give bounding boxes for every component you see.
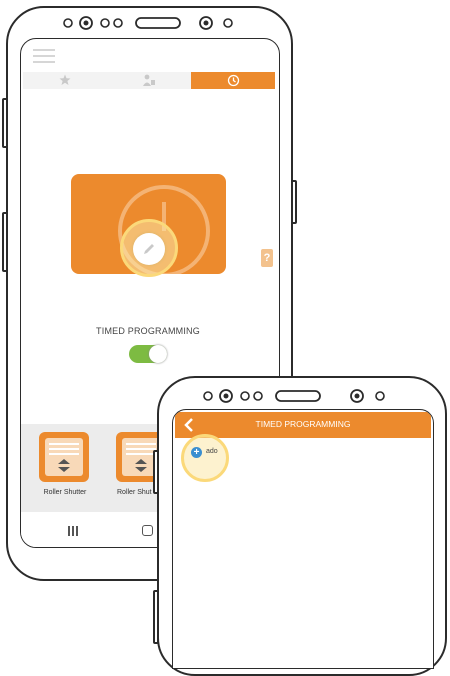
- volume-button: [2, 98, 8, 148]
- timed-programming-label: TIMED PROGRAMMING: [96, 326, 200, 336]
- recent-apps-icon[interactable]: [68, 526, 78, 536]
- toggle-knob: [149, 345, 167, 363]
- add-circle-icon: +: [191, 447, 202, 458]
- home-icon[interactable]: [142, 525, 153, 536]
- front-sensors: [203, 389, 385, 403]
- star-icon: [59, 74, 71, 85]
- tab-scenarios[interactable]: [107, 72, 191, 89]
- timed-programming-toggle[interactable]: [129, 345, 167, 363]
- clock-icon: [227, 74, 240, 87]
- help-badge[interactable]: ?: [261, 249, 273, 267]
- menu-icon[interactable]: [33, 49, 55, 63]
- pencil-icon: [144, 244, 154, 254]
- app-header: TIMED PROGRAMMING: [175, 412, 431, 438]
- tab-favorites[interactable]: [23, 72, 107, 89]
- add-label: ado: [206, 448, 218, 455]
- phone2-screen: TIMED PROGRAMMING + ado: [172, 409, 434, 669]
- bixby-button: [153, 590, 159, 644]
- device-tile[interactable]: [39, 432, 89, 482]
- header-title: TIMED PROGRAMMING: [255, 419, 351, 429]
- roller-shutter-icon: [45, 438, 83, 476]
- power-button: [291, 180, 297, 224]
- device-label: Roller Shutter: [43, 489, 87, 496]
- volume-button: [153, 450, 159, 494]
- bixby-button: [2, 212, 8, 272]
- person-icon: [143, 74, 155, 86]
- front-sensors: [63, 16, 233, 30]
- tab-timer[interactable]: [191, 72, 275, 89]
- edit-button[interactable]: [133, 233, 165, 265]
- add-button[interactable]: + ado: [191, 447, 251, 461]
- tab-bar: [23, 72, 275, 89]
